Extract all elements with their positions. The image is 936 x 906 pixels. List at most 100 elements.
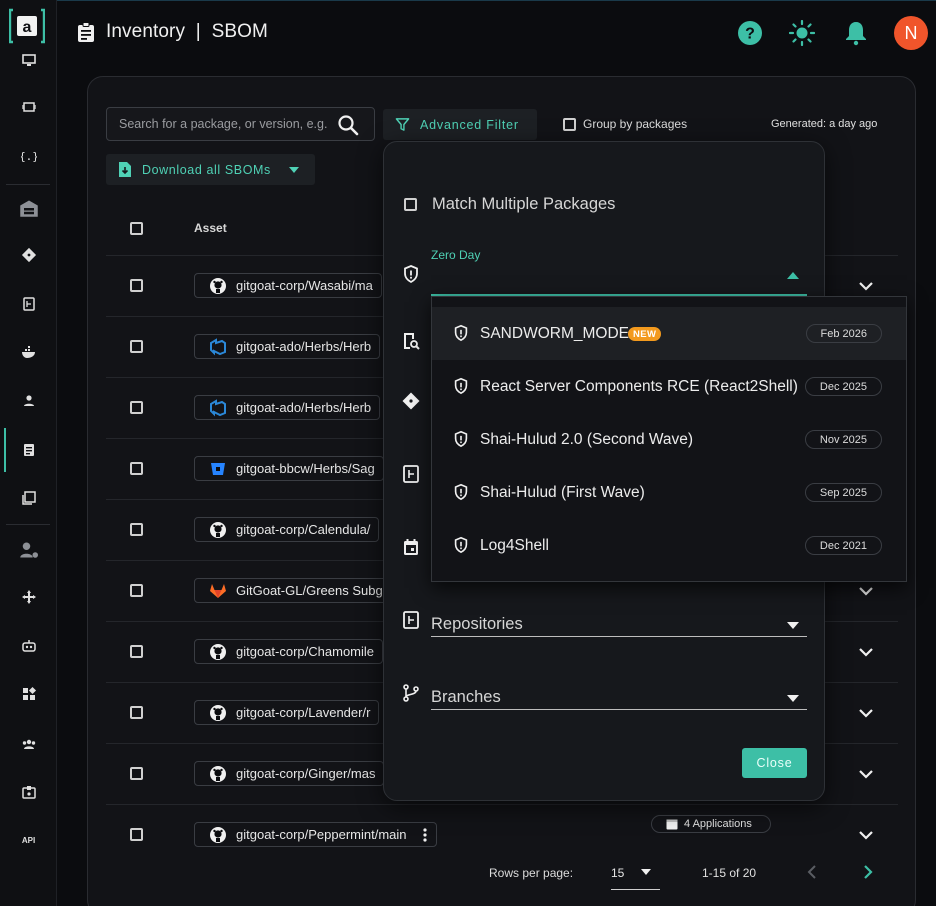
github-icon — [210, 643, 226, 660]
applications-badge[interactable]: 4 Applications — [651, 815, 771, 833]
github-icon — [210, 521, 226, 538]
previous-page-icon[interactable] — [804, 863, 822, 881]
asset-chip[interactable]: gitgoat-corp/Ginger/mas — [194, 761, 385, 786]
asset-name: gitgoat-bbcw/Herbs/Sag — [236, 461, 375, 476]
rows-per-page-select[interactable]: 15 — [611, 857, 660, 890]
asset-chip[interactable]: gitgoat-ado/Herbs/Herb — [194, 334, 381, 359]
expand-row-icon[interactable] — [856, 825, 876, 845]
groups-icon[interactable] — [0, 732, 57, 756]
logo-icon[interactable]: a — [9, 8, 45, 44]
row-checkbox[interactable] — [130, 767, 143, 780]
azure-devops-icon — [210, 337, 226, 355]
git-icon[interactable] — [0, 243, 57, 267]
asset-column-header[interactable]: Asset — [194, 221, 227, 235]
svg-text:{.}: {.} — [21, 150, 37, 163]
advanced-filter-button[interactable]: Advanced Filter — [383, 109, 537, 140]
close-button[interactable]: Close — [742, 748, 807, 778]
shield-alert-icon — [454, 324, 468, 342]
expand-row-icon[interactable] — [856, 764, 876, 784]
user-icon[interactable] — [0, 389, 57, 413]
row-checkbox[interactable] — [130, 279, 143, 292]
rows-per-page-label: Rows per page: — [489, 866, 574, 880]
search-input[interactable] — [107, 108, 335, 140]
svg-text:a: a — [23, 19, 32, 36]
branches-select-underline[interactable] — [431, 709, 807, 710]
chevron-down-icon[interactable] — [787, 622, 799, 629]
asset-chip[interactable]: gitgoat-corp/Wasabi/ma — [194, 273, 382, 298]
expand-row-icon[interactable] — [856, 581, 876, 601]
menu-item-log4shell[interactable]: Log4Shell Dec 2021 — [432, 519, 906, 572]
asset-name: gitgoat-corp/Peppermint/main — [236, 827, 407, 842]
group-by-packages-checkbox[interactable] — [563, 118, 576, 131]
inventory-icon[interactable] — [0, 438, 57, 462]
expand-row-icon[interactable] — [856, 642, 876, 662]
menu-item-shai-hulud-1[interactable]: Shai-Hulud (First Wave) Sep 2025 — [432, 466, 906, 519]
row-checkbox[interactable] — [130, 645, 143, 658]
svg-text:?: ? — [745, 26, 755, 43]
theme-toggle-icon[interactable] — [789, 20, 815, 46]
widgets-icon[interactable] — [0, 682, 57, 706]
robot-icon[interactable] — [0, 634, 57, 658]
zero-day-label: Zero Day — [431, 248, 481, 262]
repositories-select-underline[interactable] — [431, 636, 807, 637]
asset-chip[interactable]: gitgoat-corp/Peppermint/main — [194, 822, 437, 847]
git-icon — [402, 392, 420, 410]
chevron-down-icon[interactable] — [787, 695, 799, 702]
asset-chip[interactable]: GitGoat-GL/Greens Subg — [194, 578, 392, 603]
download-all-sboms-label: Download all SBOMs — [142, 162, 271, 177]
asset-chip[interactable]: gitgoat-ado/Herbs/Herb — [194, 395, 381, 420]
menu-item-sandworm-mode[interactable]: SANDWORM_MODE NEW Feb 2026 — [432, 307, 906, 360]
library-icon[interactable] — [0, 486, 57, 510]
more-vertical-icon[interactable] — [422, 827, 428, 843]
menu-item-react2shell[interactable]: React Server Components RCE (React2Shell… — [432, 360, 906, 413]
expand-row-icon[interactable] — [856, 276, 876, 296]
asset-chip[interactable]: gitgoat-corp/Lavender/r — [194, 700, 380, 725]
gitlab-icon — [210, 583, 226, 598]
asset-name: gitgoat-corp/Wasabi/ma — [236, 278, 373, 293]
row-checkbox[interactable] — [130, 340, 143, 353]
download-all-sboms-button[interactable]: Download all SBOMs — [106, 154, 315, 185]
user-settings-icon[interactable] — [0, 538, 57, 562]
row-checkbox[interactable] — [130, 706, 143, 719]
row-checkbox[interactable] — [130, 401, 143, 414]
next-page-icon[interactable] — [858, 863, 876, 881]
help-icon[interactable]: ? — [737, 20, 763, 46]
menu-item-label: Shai-Hulud (First Wave) — [480, 483, 645, 501]
expand-row-icon[interactable] — [856, 703, 876, 723]
asset-chip[interactable]: gitgoat-corp/Chamomile — [194, 639, 384, 664]
asset-chip[interactable]: gitgoat-bbcw/Herbs/Sag — [194, 456, 384, 481]
menu-item-label: React Server Components RCE (React2Shell… — [480, 377, 798, 395]
sidebar-divider — [6, 184, 50, 185]
asset-chip[interactable]: gitgoat-corp/Calendula/ — [194, 517, 380, 542]
chevron-up-icon[interactable] — [787, 272, 799, 279]
row-checkbox[interactable] — [130, 584, 143, 597]
row-checkbox[interactable] — [130, 828, 143, 841]
chevron-down-icon — [288, 166, 299, 173]
badge-icon[interactable] — [0, 780, 57, 804]
github-icon — [210, 704, 226, 721]
repository-icon[interactable] — [0, 292, 57, 316]
integrations-icon[interactable] — [0, 95, 57, 119]
row-checkbox[interactable] — [130, 462, 143, 475]
new-badge: NEW — [628, 327, 662, 341]
docker-icon[interactable] — [0, 340, 57, 364]
warehouse-icon[interactable] — [0, 196, 57, 220]
asset-name: GitGoat-GL/Greens Subg — [236, 583, 383, 598]
sidebar: a {.} — [0, 0, 57, 906]
bitbucket-icon — [211, 462, 225, 475]
table-row[interactable]: gitgoat-corp/Peppermint/main — [106, 804, 898, 865]
api-icon[interactable]: API — [0, 828, 57, 852]
move-icon[interactable] — [0, 585, 57, 609]
asset-name: gitgoat-ado/Herbs/Herb — [236, 339, 372, 354]
notifications-icon[interactable] — [843, 20, 869, 46]
menu-item-label: Log4Shell — [480, 536, 549, 554]
shield-alert-icon — [454, 536, 468, 554]
row-checkbox[interactable] — [130, 523, 143, 536]
user-avatar[interactable]: N — [894, 16, 928, 50]
match-multiple-checkbox[interactable] — [404, 198, 417, 211]
dashboard-icon[interactable] — [0, 48, 57, 72]
select-all-checkbox[interactable] — [130, 222, 143, 235]
menu-item-shai-hulud-2[interactable]: Shai-Hulud 2.0 (Second Wave) Nov 2025 — [432, 413, 906, 466]
code-braces-icon[interactable]: {.} — [0, 144, 57, 168]
search-icon[interactable] — [337, 114, 359, 136]
